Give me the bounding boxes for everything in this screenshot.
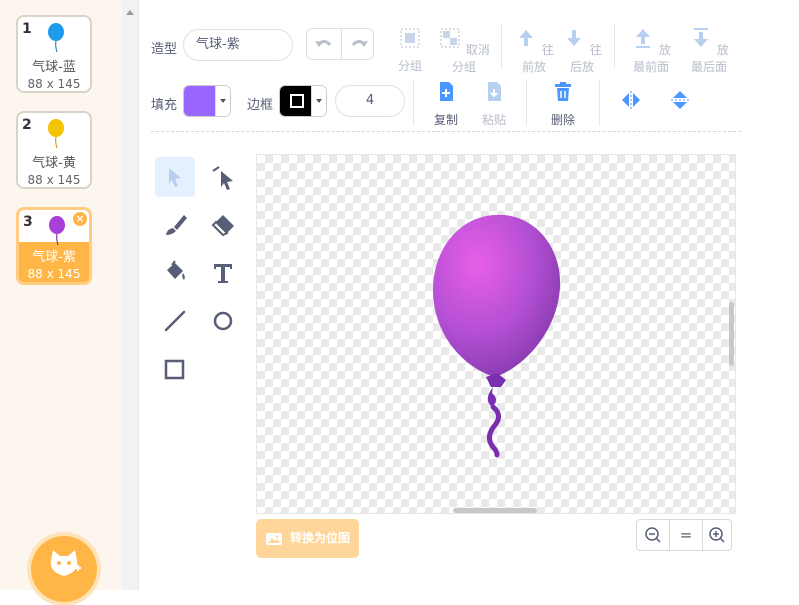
text-icon — [214, 264, 232, 283]
copy-label: 复制 — [433, 113, 458, 127]
costume-name: 气球-蓝 — [32, 60, 76, 75]
rectangle-tool[interactable] — [155, 349, 195, 389]
costume-name-input[interactable]: 气球-紫 — [183, 29, 293, 61]
costume-size: 88 x 145 — [27, 173, 81, 187]
costume-label: 造型 — [151, 42, 178, 57]
group-icon — [400, 28, 420, 48]
group-label: 分组 — [397, 59, 422, 73]
circle-tool[interactable] — [203, 301, 243, 341]
balloon-purple-icon — [49, 216, 65, 246]
delete-button[interactable]: 删除 — [545, 80, 581, 128]
brush-tool[interactable] — [155, 205, 195, 245]
select-icon — [169, 168, 181, 187]
text-tool[interactable] — [203, 253, 243, 293]
zoom-in-button[interactable] — [701, 520, 733, 550]
zoom-controls: = — [636, 519, 732, 551]
outline-swatch — [280, 86, 314, 116]
ungroup-button[interactable]: 取消分组 — [437, 26, 491, 75]
select-tool[interactable] — [155, 157, 195, 197]
eraser-tool[interactable] — [203, 205, 243, 245]
add-costume-button[interactable] — [31, 536, 97, 602]
reshape-tool[interactable] — [203, 157, 243, 197]
costume-item-3[interactable]: 3 × 气球-紫 88 x 145 — [16, 207, 92, 285]
outline-width-input[interactable]: 4 — [335, 85, 405, 117]
redo-icon — [351, 40, 368, 47]
copy-icon — [440, 82, 453, 101]
flip-horizontal-button[interactable] — [619, 88, 643, 119]
front-button[interactable]: 放最前面 — [626, 26, 676, 75]
costume-item-1[interactable]: 1 气球-蓝 88 x 145 — [16, 15, 92, 93]
paste-icon — [488, 82, 501, 101]
canvas-vertical-scrollbar[interactable] — [729, 302, 734, 366]
outline-color-picker[interactable] — [279, 85, 327, 117]
bring-front-icon — [636, 29, 651, 48]
flip-vertical-icon — [671, 91, 689, 109]
redo-button[interactable] — [341, 29, 376, 59]
convert-to-bitmap-button[interactable]: 转换为位图 — [256, 519, 359, 558]
line-tool[interactable] — [155, 301, 195, 341]
paint-canvas[interactable] — [256, 154, 736, 514]
paste-label: 粘贴 — [481, 113, 506, 127]
zoom-out-icon — [645, 527, 661, 543]
image-icon — [266, 533, 282, 545]
group-button[interactable]: 分组 — [393, 26, 427, 74]
send-back-icon — [694, 28, 709, 47]
costume-item-2[interactable]: 2 气球-黄 88 x 145 — [16, 111, 92, 189]
arrow-up-icon — [519, 30, 534, 46]
costume-name: 气球-黄 — [32, 156, 76, 171]
fill-icon — [167, 260, 185, 280]
back-button[interactable]: 放最后面 — [684, 26, 734, 75]
zoom-out-button[interactable] — [637, 520, 669, 550]
balloon-yellow-icon — [48, 119, 64, 149]
brush-icon — [166, 215, 187, 235]
line-icon — [164, 310, 186, 332]
zoom-in-icon — [709, 527, 725, 543]
copy-button[interactable]: 复制 — [428, 80, 464, 128]
canvas-horizontal-scrollbar[interactable] — [453, 508, 537, 513]
cat-add-icon — [50, 550, 81, 576]
costume-number: 1 — [22, 21, 32, 37]
costume-name: 气球-紫 — [32, 250, 76, 265]
delete-label: 删除 — [550, 113, 575, 127]
balloon-blue-icon — [48, 23, 64, 53]
costume-list: 1 气球-蓝 88 x 145 2 气球-黄 88 x 145 3 × 气球-紫… — [0, 0, 122, 602]
fill-tool[interactable] — [155, 253, 195, 293]
undo-redo-group — [306, 28, 374, 60]
ungroup-icon — [440, 28, 460, 48]
trash-icon — [555, 82, 571, 101]
flip-horizontal-icon — [622, 91, 640, 109]
costume-size: 88 x 145 — [27, 77, 81, 91]
sidebar-scrollbar[interactable] — [122, 0, 139, 590]
arrow-down-icon — [567, 30, 582, 46]
zoom-reset-icon: = — [679, 526, 693, 544]
backward-button[interactable]: 往后放 — [562, 26, 602, 75]
reshape-icon — [212, 166, 233, 190]
costume-number: 3 — [23, 214, 33, 230]
costume-size: 88 x 145 — [27, 267, 81, 281]
fill-swatch — [184, 86, 218, 116]
zoom-reset-button[interactable]: = — [669, 520, 703, 550]
paste-button[interactable]: 粘贴 — [476, 80, 512, 128]
fill-color-picker[interactable] — [183, 85, 231, 117]
convert-label: 转换为位图 — [290, 531, 351, 545]
eraser-icon — [211, 215, 234, 237]
fill-label: 填充 — [151, 98, 178, 113]
outline-label: 边框 — [247, 98, 274, 113]
flip-vertical-button[interactable] — [668, 88, 692, 119]
purple-balloon-drawing[interactable] — [257, 155, 737, 515]
costume-number: 2 — [22, 117, 32, 133]
rectangle-icon — [164, 359, 185, 380]
circle-icon — [213, 311, 233, 331]
forward-button[interactable]: 往前放 — [514, 26, 554, 75]
delete-costume-icon[interactable]: × — [73, 212, 87, 226]
undo-button[interactable] — [307, 29, 341, 59]
undo-icon — [315, 40, 332, 47]
